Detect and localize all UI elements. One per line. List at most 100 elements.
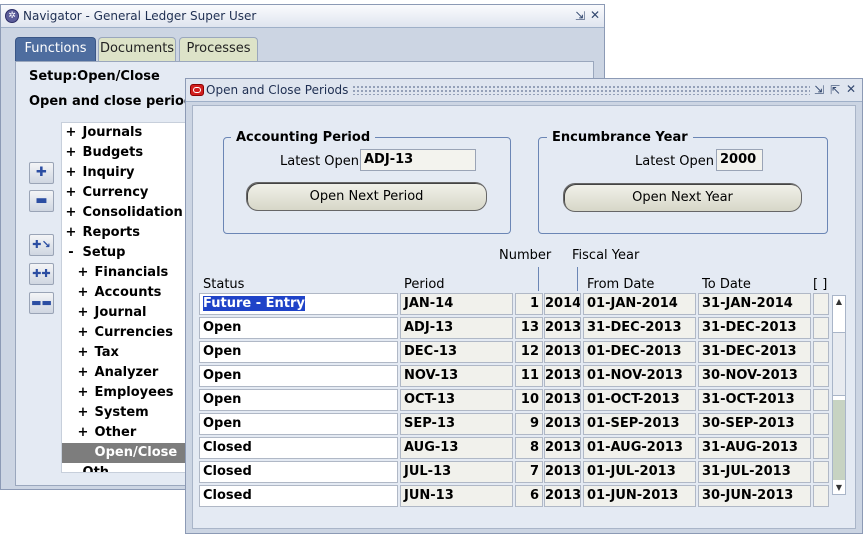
from-date-cell[interactable]: 01-AUG-2013 (583, 437, 696, 459)
descriptive-flexfield-cell[interactable] (813, 389, 829, 411)
fiscal-year-cell[interactable]: 2013 (544, 389, 581, 411)
period-cell[interactable]: JUN-13 (400, 485, 513, 507)
from-date-cell[interactable]: 01-OCT-2013 (583, 389, 696, 411)
descriptive-flexfield-cell[interactable] (813, 341, 829, 363)
to-date-cell[interactable]: 31-DEC-2013 (698, 341, 811, 363)
scroll-thumb[interactable] (833, 332, 845, 396)
tree-item-reports[interactable]: + Reports (62, 223, 186, 243)
number-cell[interactable]: 6 (515, 485, 543, 507)
period-cell[interactable]: JUL-13 (400, 461, 513, 483)
tree-item-oth[interactable]: Oth (62, 463, 186, 472)
to-date-cell[interactable]: 31-AUG-2013 (698, 437, 811, 459)
to-date-cell[interactable]: 31-JUL-2013 (698, 461, 811, 483)
from-date-cell[interactable]: 01-NOV-2013 (583, 365, 696, 387)
scroll-up-icon[interactable]: ▲ (833, 296, 845, 308)
to-date-cell[interactable]: 31-DEC-2013 (698, 317, 811, 339)
close-icon[interactable]: ✕ (846, 82, 856, 96)
status-cell[interactable]: Closed (199, 461, 398, 483)
descriptive-flexfield-cell[interactable] (813, 293, 829, 315)
tree-item-currencies[interactable]: + Currencies (62, 323, 186, 343)
tree-item-employees[interactable]: + Employees (62, 383, 186, 403)
number-cell[interactable]: 1 (515, 293, 543, 315)
number-cell[interactable]: 11 (515, 365, 543, 387)
status-cell[interactable]: Future - Entry (199, 293, 398, 315)
tree-item-budgets[interactable]: + Budgets (62, 143, 186, 163)
collapse-minus-icon[interactable]: ▬ (29, 190, 54, 212)
from-date-cell[interactable]: 01-DEC-2013 (583, 341, 696, 363)
from-date-cell[interactable]: 31-DEC-2013 (583, 317, 696, 339)
tree-item-other[interactable]: + Other (62, 423, 186, 443)
tree-item-accounts[interactable]: + Accounts (62, 283, 186, 303)
fiscal-year-cell[interactable]: 2013 (544, 341, 581, 363)
period-cell[interactable]: OCT-13 (400, 389, 513, 411)
fiscal-year-cell[interactable]: 2013 (544, 485, 581, 507)
tree-item-journal[interactable]: + Journal (62, 303, 186, 323)
number-cell[interactable]: 12 (515, 341, 543, 363)
period-cell[interactable]: NOV-13 (400, 365, 513, 387)
descriptive-flexfield-cell[interactable] (813, 413, 829, 435)
from-date-cell[interactable]: 01-SEP-2013 (583, 413, 696, 435)
from-date-cell[interactable]: 01-JUL-2013 (583, 461, 696, 483)
tree-item-system[interactable]: + System (62, 403, 186, 423)
from-date-cell[interactable]: 01-JUN-2013 (583, 485, 696, 507)
number-cell[interactable]: 9 (515, 413, 543, 435)
status-cell[interactable]: Open (199, 317, 398, 339)
maximize-icon[interactable]: ⇱ (830, 83, 840, 97)
tab-documents[interactable]: Documents (98, 37, 176, 61)
to-date-cell[interactable]: 30-NOV-2013 (698, 365, 811, 387)
periods-scrollbar[interactable]: ▲ ▼ (832, 295, 846, 495)
tree-item-inquiry[interactable]: + Inquiry (62, 163, 186, 183)
open-next-year-button[interactable]: Open Next Year (563, 183, 802, 212)
descriptive-flexfield-cell[interactable] (813, 485, 829, 507)
tab-processes[interactable]: Processes (179, 37, 258, 61)
fiscal-year-cell[interactable]: 2013 (544, 413, 581, 435)
status-cell[interactable]: Open (199, 341, 398, 363)
fiscal-year-cell[interactable]: 2013 (544, 317, 581, 339)
fiscal-year-cell[interactable]: 2013 (544, 437, 581, 459)
tree-item-setup[interactable]: - Setup (62, 243, 186, 263)
status-cell[interactable]: Open (199, 413, 398, 435)
tree-item-journals[interactable]: + Journals (62, 123, 186, 143)
status-cell[interactable]: Closed (199, 485, 398, 507)
fiscal-year-cell[interactable]: 2013 (544, 461, 581, 483)
to-date-cell[interactable]: 30-SEP-2013 (698, 413, 811, 435)
latest-open-year-field[interactable]: 2000 (716, 149, 763, 171)
descriptive-flexfield-cell[interactable] (813, 317, 829, 339)
open-next-period-button[interactable]: Open Next Period (246, 182, 487, 211)
tree-item-open-close[interactable]: Open/Close (62, 443, 186, 463)
expand-all-icon[interactable]: ✚✚ (29, 263, 54, 285)
close-icon[interactable]: ✕ (590, 8, 600, 22)
expand-plus-icon[interactable]: ✚ (29, 162, 54, 184)
period-cell[interactable]: AUG-13 (400, 437, 513, 459)
status-cell[interactable]: Open (199, 365, 398, 387)
to-date-cell[interactable]: 31-JAN-2014 (698, 293, 811, 315)
number-cell[interactable]: 8 (515, 437, 543, 459)
number-cell[interactable]: 7 (515, 461, 543, 483)
scroll-track-lower[interactable] (833, 400, 845, 480)
minimize-icon[interactable]: ⇲ (814, 83, 824, 97)
to-date-cell[interactable]: 30-JUN-2013 (698, 485, 811, 507)
to-date-cell[interactable]: 31-OCT-2013 (698, 389, 811, 411)
tree-item-consolidation[interactable]: + Consolidation (62, 203, 186, 223)
period-cell[interactable]: DEC-13 (400, 341, 513, 363)
navigator-titlebar[interactable]: ✲ Navigator - General Ledger Super User … (1, 5, 604, 28)
number-cell[interactable]: 13 (515, 317, 543, 339)
period-cell[interactable]: JAN-14 (400, 293, 513, 315)
tree-item-analyzer[interactable]: + Analyzer (62, 363, 186, 383)
expand-branch-icon[interactable]: ✚↘ (29, 234, 54, 256)
tree-item-currency[interactable]: + Currency (62, 183, 186, 203)
descriptive-flexfield-header[interactable]: [ ] (813, 277, 827, 293)
number-cell[interactable]: 10 (515, 389, 543, 411)
status-cell[interactable]: Open (199, 389, 398, 411)
period-cell[interactable]: SEP-13 (400, 413, 513, 435)
minimize-icon[interactable]: ⇲ (575, 9, 585, 23)
tree-item-tax[interactable]: + Tax (62, 343, 186, 363)
periods-titlebar[interactable]: Open and Close Periods ⇲ ⇱ ✕ (186, 79, 862, 102)
collapse-all-icon[interactable]: ▬▬ (29, 292, 54, 314)
latest-open-period-field[interactable]: ADJ-13 (360, 149, 476, 171)
descriptive-flexfield-cell[interactable] (813, 437, 829, 459)
tab-functions[interactable]: Functions (15, 37, 96, 61)
tree-item-financials[interactable]: + Financials (62, 263, 186, 283)
descriptive-flexfield-cell[interactable] (813, 365, 829, 387)
descriptive-flexfield-cell[interactable] (813, 461, 829, 483)
